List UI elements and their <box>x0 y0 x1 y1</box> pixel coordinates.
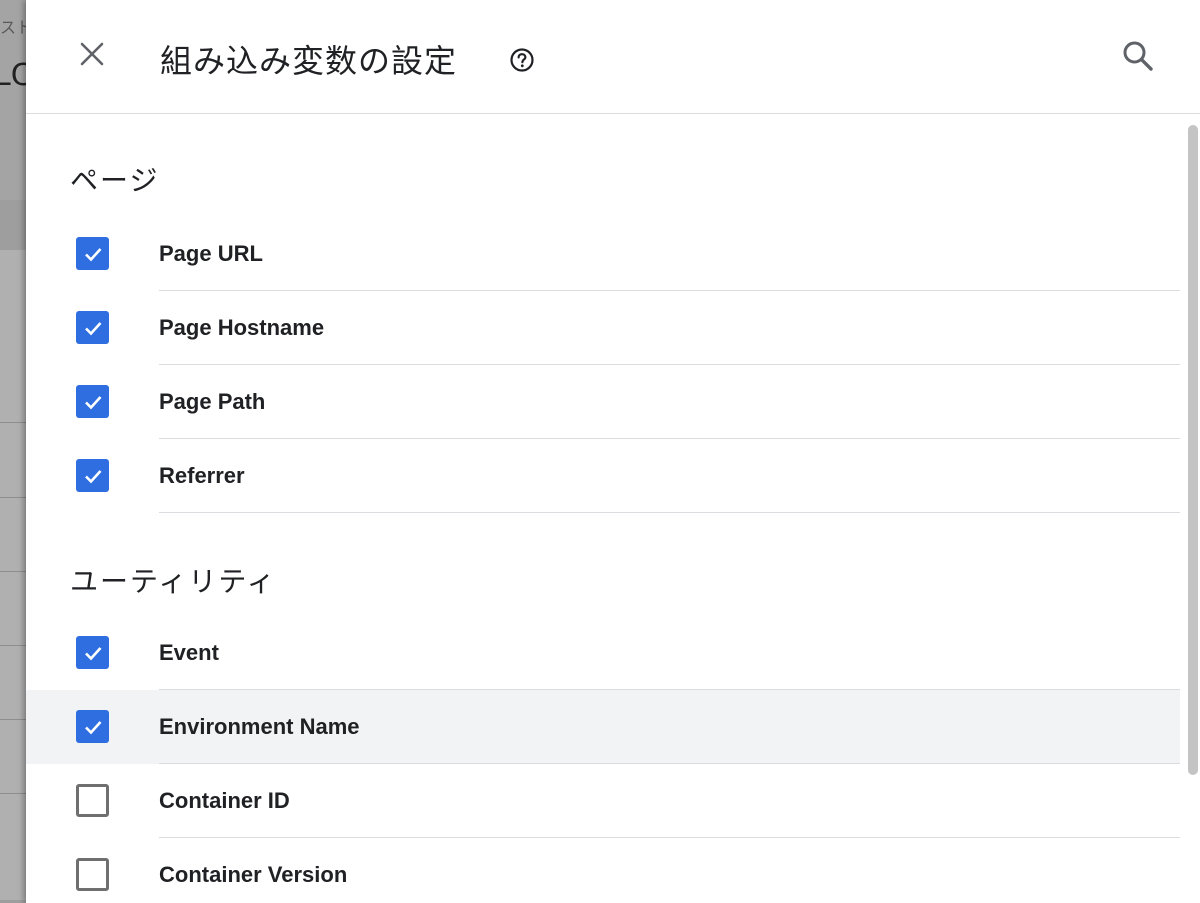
check-icon <box>84 720 101 734</box>
search-icon <box>1123 41 1153 71</box>
checkbox[interactable] <box>76 311 109 344</box>
variable-label: Page Path <box>159 389 266 414</box>
check-icon <box>84 321 101 335</box>
variable-row-page-hostname[interactable]: Page Hostname <box>26 291 1180 365</box>
builtin-variables-panel: 組み込み変数の設定 ページ Page URL Page Hostname Pag… <box>26 0 1200 903</box>
close-button[interactable] <box>72 34 112 74</box>
variable-row-page-url[interactable]: Page URL <box>26 217 1180 291</box>
close-icon <box>80 42 104 66</box>
search-button[interactable] <box>1118 36 1158 76</box>
variable-label: Container ID <box>159 788 290 813</box>
section-title-page: ページ <box>70 164 160 197</box>
scrollbar-thumb[interactable] <box>1188 125 1198 775</box>
check-icon <box>84 646 101 660</box>
checkbox[interactable] <box>76 459 109 492</box>
help-button[interactable] <box>509 47 535 73</box>
checkbox[interactable] <box>76 710 109 743</box>
checkbox[interactable] <box>76 385 109 418</box>
check-icon <box>84 469 101 483</box>
check-icon <box>84 395 101 409</box>
panel-header: 組み込み変数の設定 <box>26 0 1200 114</box>
variable-row-page-path[interactable]: Page Path <box>26 365 1180 439</box>
variable-label: Event <box>159 640 219 665</box>
help-circle-icon <box>510 48 534 72</box>
variable-label: Referrer <box>159 463 245 488</box>
checkbox[interactable] <box>76 636 109 669</box>
variable-row-container-id[interactable]: Container ID <box>26 764 1180 838</box>
variable-row-container-version[interactable]: Container Version <box>26 838 1180 903</box>
checkbox[interactable] <box>76 784 109 817</box>
variable-label: Page Hostname <box>159 315 325 340</box>
panel-title: 組み込み変数の設定 <box>160 42 458 80</box>
section-title-utility: ユーティリティ <box>70 565 277 598</box>
variable-label: Environment Name <box>159 714 360 739</box>
variable-row-event[interactable]: Event <box>26 616 1180 690</box>
checkbox[interactable] <box>76 237 109 270</box>
variable-row-environment-name[interactable]: Environment Name <box>26 690 1180 764</box>
variable-label: Container Version <box>159 862 348 887</box>
panel-content: ページ Page URL Page Hostname Page Path Ref… <box>26 115 1186 903</box>
check-icon <box>84 247 101 261</box>
variable-row-referrer[interactable]: Referrer <box>26 439 1180 513</box>
checkbox[interactable] <box>76 858 109 891</box>
row-divider <box>159 512 1180 513</box>
variable-label: Page URL <box>159 241 263 266</box>
